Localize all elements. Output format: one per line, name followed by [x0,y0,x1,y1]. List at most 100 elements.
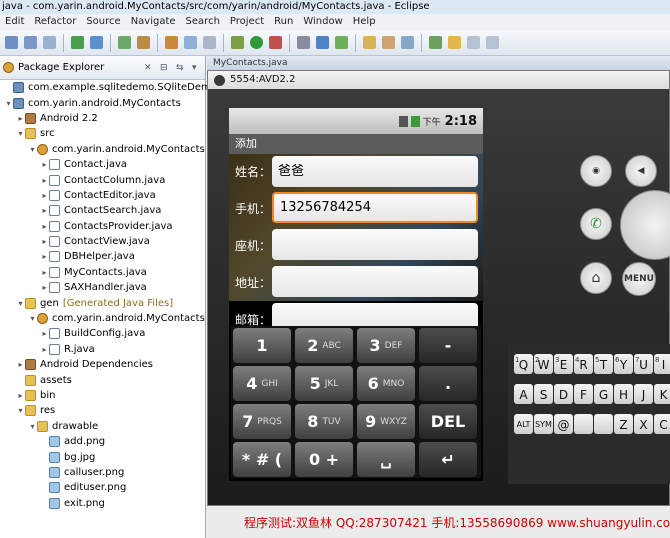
tree-row[interactable]: ▸ ContactEditor.java [0,188,205,203]
tree-row[interactable]: ▾ com.yarin.android.MyContacts [0,311,205,326]
tree-row[interactable]: ▸ bin [0,388,205,403]
twisty-icon[interactable]: ▾ [28,419,37,434]
open-folder-icon[interactable] [363,36,376,49]
close-icon[interactable]: ✕ [144,63,154,73]
tree-row[interactable]: ▸ R.java [0,342,205,357]
toggle-icon[interactable] [316,36,329,49]
address-field[interactable] [272,266,478,297]
tree-row[interactable]: add.png [0,434,205,449]
menu-search[interactable]: Search [181,14,225,30]
tree-row[interactable]: ▾ res [0,403,205,418]
twisty-icon[interactable]: ▾ [28,311,37,326]
tree-row[interactable]: edituser.png [0,480,205,495]
keyboard-key[interactable]: D [554,384,573,404]
menu-run[interactable]: Run [269,14,298,30]
twisty-icon[interactable]: ▸ [40,188,49,203]
keypad-key[interactable]: . [419,366,477,401]
keypad-key[interactable]: 9 WXYZ [357,404,415,439]
keypad-key[interactable]: 3 DEF [357,328,415,363]
keyboard-key[interactable]: ALT [514,414,533,434]
refresh-icon[interactable] [335,36,348,49]
tree-row[interactable]: ▸ ContactsProvider.java [0,219,205,234]
name-field[interactable]: 爸爸 [272,156,478,187]
keyboard-key[interactable]: @ [554,414,573,434]
keyboard-key[interactable]: J [634,384,653,404]
twisty-icon[interactable]: ▸ [40,203,49,218]
phone-field[interactable] [272,229,478,260]
package-explorer-title[interactable]: Package Explorer [18,62,141,73]
android-sdk-icon[interactable] [71,36,84,49]
editor-tab[interactable]: MyContacts.java [207,56,670,70]
keypad-key[interactable]: * # ( [233,442,291,477]
menu-project[interactable]: Project [225,14,269,30]
menu-edit[interactable]: Edit [0,14,29,30]
keypad-key[interactable]: - [419,328,477,363]
keyboard-key[interactable]: Q1 [514,354,533,374]
twisty-icon[interactable]: ▸ [16,357,25,372]
keypad-key[interactable]: 0 + [295,442,353,477]
keypad-key[interactable]: 7 PRQS [233,404,291,439]
tree-row[interactable]: ▾ src [0,126,205,141]
tree-row[interactable]: ▸ ContactColumn.java [0,172,205,187]
pencil-icon[interactable] [382,36,395,49]
checkbox-icon[interactable] [118,36,131,49]
twisty-icon[interactable]: ▸ [40,234,49,249]
keyboard-key[interactable]: Y6 [614,354,633,374]
tree-row[interactable]: ▸ ContactSearch.java [0,203,205,218]
twisty-icon[interactable]: ▸ [40,265,49,280]
keyboard-key[interactable]: A [514,384,533,404]
twisty-icon[interactable]: ▸ [16,388,25,403]
keypad-key[interactable]: 8 TUV [295,404,353,439]
tree-row[interactable]: bg.jpg [0,449,205,464]
twisty-icon[interactable]: ▸ [40,157,49,172]
twisty-icon[interactable]: ▸ [40,173,49,188]
twisty-icon[interactable]: ▾ [4,96,13,111]
tree-row[interactable]: ▸ ContactView.java [0,234,205,249]
view-menu-icon[interactable]: ▾ [192,63,202,73]
tree-row[interactable]: ▾ drawable [0,419,205,434]
search-icon[interactable] [297,36,310,49]
keyboard-key[interactable]: Z [614,414,633,434]
twisty-icon[interactable]: ▸ [16,111,25,126]
tree-row[interactable]: assets [0,372,205,387]
keyboard-key[interactable]: K [654,384,670,404]
menu-help[interactable]: Help [348,14,381,30]
home-icon[interactable]: ⌂ [580,262,612,294]
keyboard-key[interactable]: F [574,384,593,404]
keyboard-key[interactable]: U7 [634,354,653,374]
highlight-icon[interactable] [448,36,461,49]
tree-row[interactable]: ▸ Contact.java [0,157,205,172]
keypad-key[interactable]: ↵ [419,442,477,477]
external-tools-icon[interactable] [269,36,282,49]
tree-row[interactable]: ▾ com.yarin.android.MyContacts [0,142,205,157]
tree-row[interactable]: ▸ DBHelper.java [0,249,205,264]
keyboard-key[interactable]: E3 [554,354,573,374]
keyboard-key[interactable]: G [594,384,613,404]
twisty-icon[interactable]: ▾ [16,403,25,418]
keyboard-key[interactable]: C [654,414,670,434]
call-icon[interactable]: ✆ [580,208,612,240]
mobile-field[interactable]: 13256784254 [272,192,478,223]
tree-row[interactable]: ▸ BuildConfig.java [0,326,205,341]
debug-icon[interactable] [231,36,244,49]
tree-row[interactable]: calluser.png [0,465,205,480]
keypad-key[interactable]: 4 GHI [233,366,291,401]
avd-manager-icon[interactable] [90,36,103,49]
run-icon[interactable] [250,36,263,49]
camera-icon[interactable]: ◉ [580,155,612,187]
tree-row[interactable]: com.example.sqlitedemo.SQliteDemo [0,80,217,95]
menu-refactor[interactable]: Refactor [29,14,81,30]
menu-button[interactable]: MENU [622,262,656,296]
twisty-icon[interactable]: ▾ [16,126,25,141]
twisty-icon[interactable]: ▾ [16,296,25,311]
link-editor-icon[interactable]: ⇆ [176,63,186,73]
keypad-key[interactable]: ␣ [357,442,415,477]
keyboard-key[interactable]: R4 [574,354,593,374]
annotation-icon[interactable] [401,36,414,49]
back-icon[interactable] [467,36,480,49]
print-icon[interactable] [43,36,56,49]
open-type-icon[interactable] [203,36,216,49]
keyboard-key[interactable]: S [534,384,553,404]
keyboard-key[interactable]: SYM [534,414,553,434]
volume-icon[interactable]: ◀ [625,155,657,187]
